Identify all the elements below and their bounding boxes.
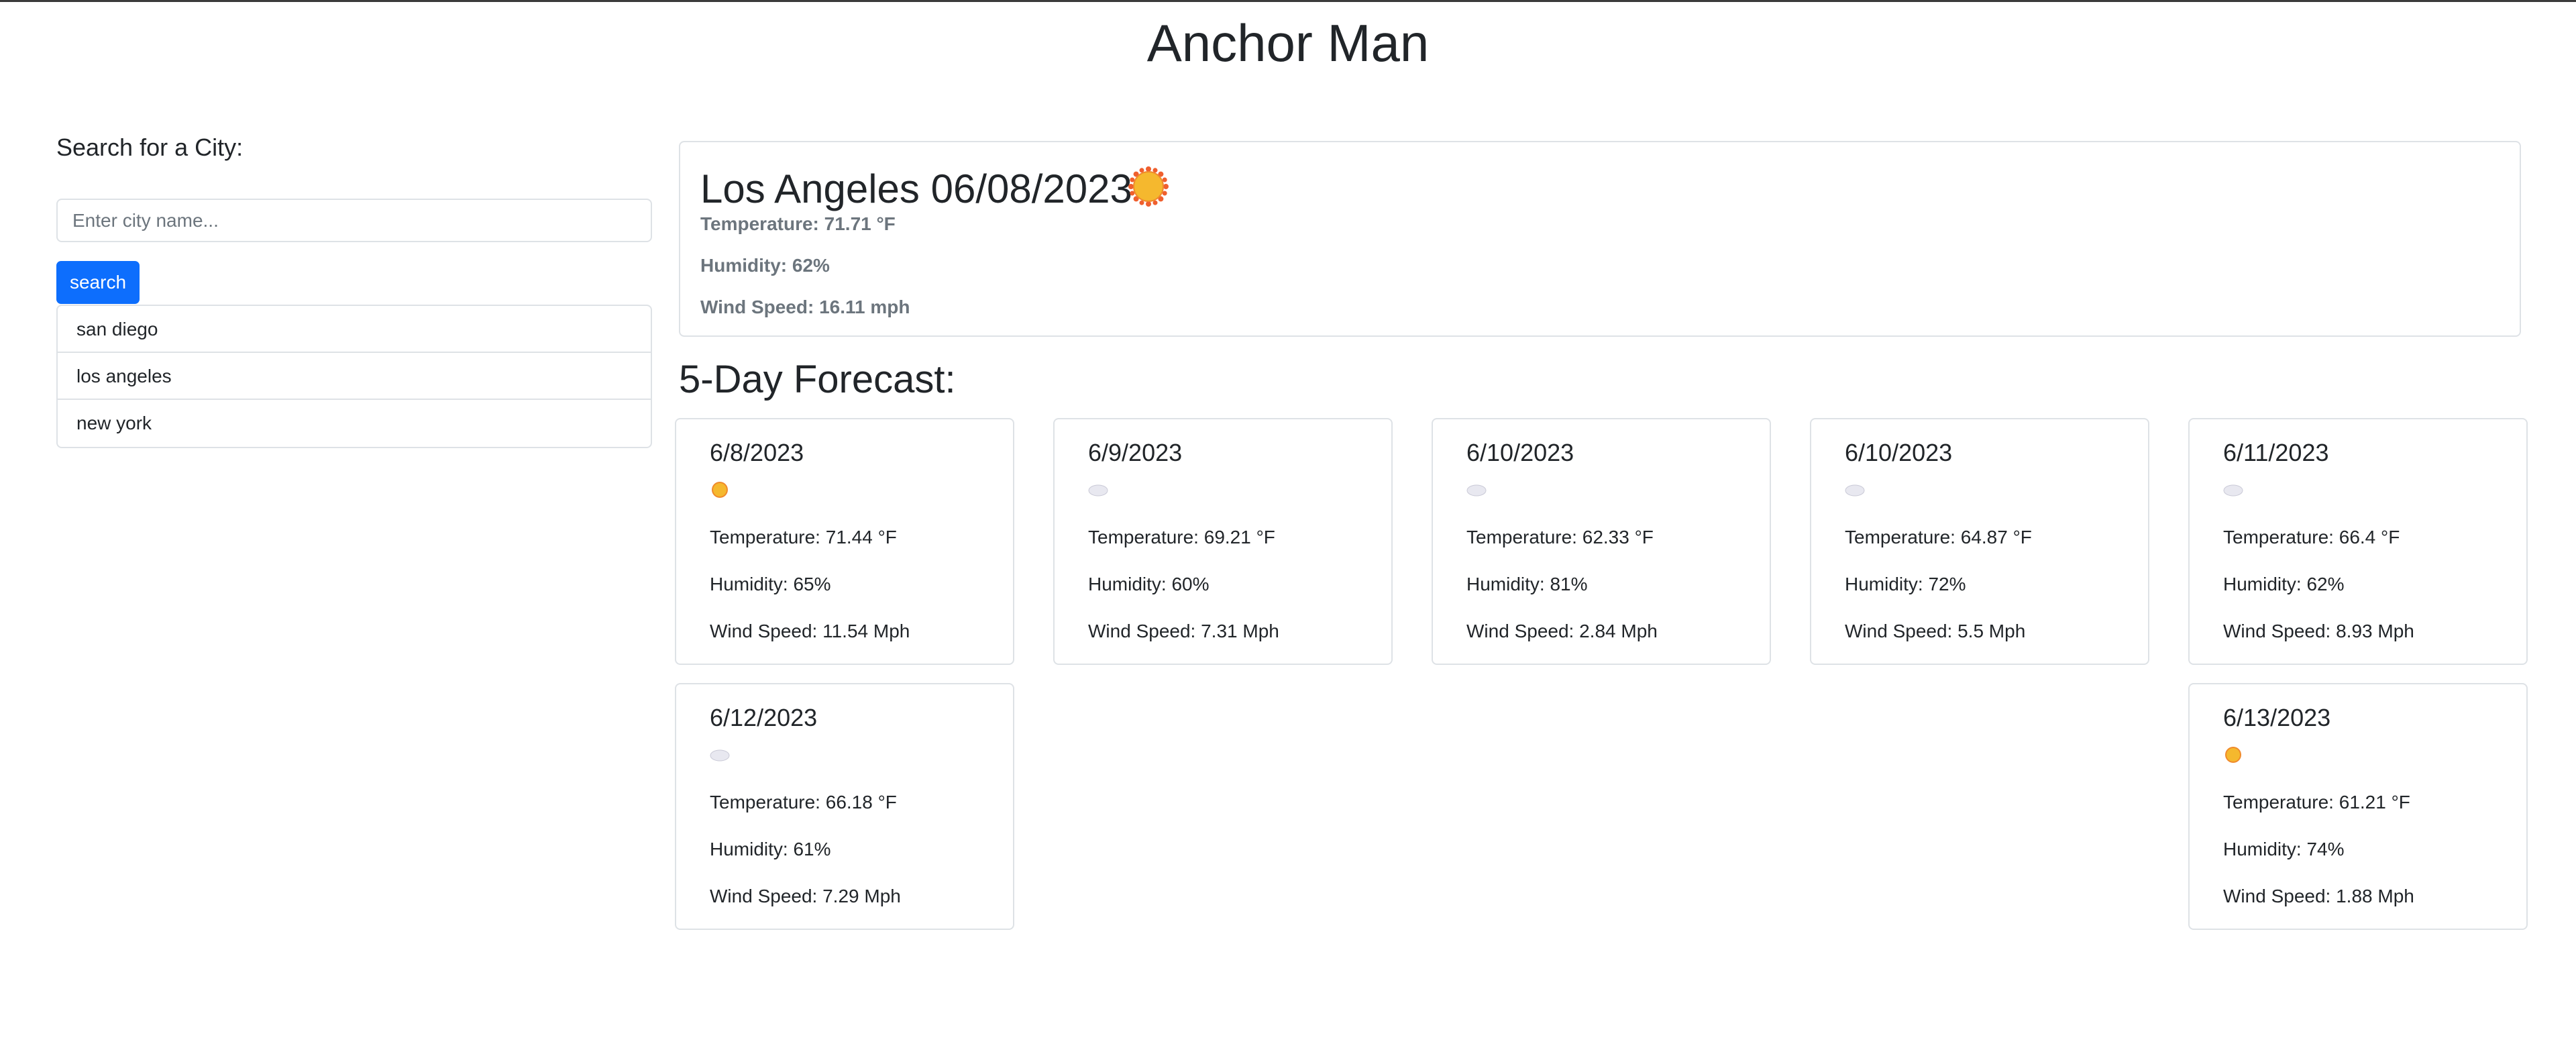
current-wind-speed: Wind Speed: 16.11 mph [700, 297, 910, 317]
forecast-temperature: Temperature: 66.18 °F [710, 792, 897, 813]
forecast-wind-speed: Wind Speed: 5.5 Mph [1845, 621, 2026, 641]
forecast-temperature: Temperature: 61.21 °F [2223, 792, 2410, 813]
cloud-icon [1466, 484, 1487, 496]
cloud-icon [1088, 484, 1108, 496]
top-rule [0, 0, 2576, 2]
forecast-card: 6/10/2023 Temperature: 62.33 °F Humidity… [1432, 418, 1771, 665]
forecast-humidity: Humidity: 62% [2223, 574, 2345, 594]
forecast-date: 6/10/2023 [1845, 439, 1953, 466]
forecast-wind-speed: Wind Speed: 2.84 Mph [1466, 621, 1658, 641]
forecast-card: 6/8/2023 Temperature: 71.44 °F Humidity:… [675, 418, 1014, 665]
forecast-temperature: Temperature: 71.44 °F [710, 527, 897, 547]
forecast-date: 6/8/2023 [710, 439, 804, 466]
sun-icon [712, 482, 728, 498]
sun-icon [2225, 747, 2241, 763]
forecast-date: 6/9/2023 [1088, 439, 1183, 466]
city-search-input[interactable] [56, 199, 652, 242]
cloud-icon [1845, 484, 1865, 496]
sun-icon [1128, 166, 1169, 207]
app-title: Anchor Man [1146, 13, 1430, 72]
forecast-humidity: Humidity: 72% [1845, 574, 1966, 594]
forecast-wind-speed: Wind Speed: 11.54 Mph [710, 621, 910, 641]
current-weather-card: Los Angeles 06/08/2023 Temperature: 71.7… [679, 141, 2521, 337]
history-item-los-angeles[interactable]: los angeles [58, 353, 651, 400]
forecast-card: 6/12/2023 Temperature: 66.18 °F Humidity… [675, 683, 1014, 930]
forecast-date: 6/13/2023 [2223, 704, 2331, 731]
forecast-wind-speed: Wind Speed: 1.88 Mph [2223, 886, 2414, 906]
search-button[interactable]: search [56, 261, 140, 304]
forecast-wind-speed: Wind Speed: 7.31 Mph [1088, 621, 1279, 641]
forecast-date: 6/12/2023 [710, 704, 818, 731]
forecast-humidity: Humidity: 65% [710, 574, 831, 594]
forecast-card: 6/9/2023 Temperature: 69.21 °F Humidity:… [1053, 418, 1393, 665]
forecast-humidity: Humidity: 81% [1466, 574, 1588, 594]
cloud-icon [2223, 484, 2243, 496]
forecast-date: 6/10/2023 [1466, 439, 1574, 466]
forecast-card: 6/10/2023 Temperature: 64.87 °F Humidity… [1810, 418, 2149, 665]
forecast-humidity: Humidity: 74% [2223, 839, 2345, 859]
forecast-humidity: Humidity: 61% [710, 839, 831, 859]
forecast-temperature: Temperature: 64.87 °F [1845, 527, 2032, 547]
forecast-date: 6/11/2023 [2223, 439, 2329, 466]
forecast-wind-speed: Wind Speed: 8.93 Mph [2223, 621, 2414, 641]
forecast-humidity: Humidity: 60% [1088, 574, 1210, 594]
forecast-temperature: Temperature: 66.4 °F [2223, 527, 2400, 547]
forecast-card: 6/11/2023 Temperature: 66.4 °F Humidity:… [2188, 418, 2528, 665]
current-humidity: Humidity: 62% [700, 255, 830, 276]
cloud-icon [710, 749, 730, 762]
history-item-san-diego[interactable]: san diego [58, 306, 651, 353]
forecast-wind-speed: Wind Speed: 7.29 Mph [710, 886, 901, 906]
forecast-card: 6/13/2023 Temperature: 61.21 °F Humidity… [2188, 683, 2528, 930]
search-history-list: san diego los angeles new york [56, 305, 652, 448]
forecast-heading: 5-Day Forecast: [679, 358, 956, 401]
current-temperature: Temperature: 71.71 °F [700, 213, 896, 234]
forecast-temperature: Temperature: 69.21 °F [1088, 527, 1275, 547]
search-heading: Search for a City: [56, 134, 244, 161]
history-item-new-york[interactable]: new york [58, 400, 651, 447]
forecast-temperature: Temperature: 62.33 °F [1466, 527, 1654, 547]
